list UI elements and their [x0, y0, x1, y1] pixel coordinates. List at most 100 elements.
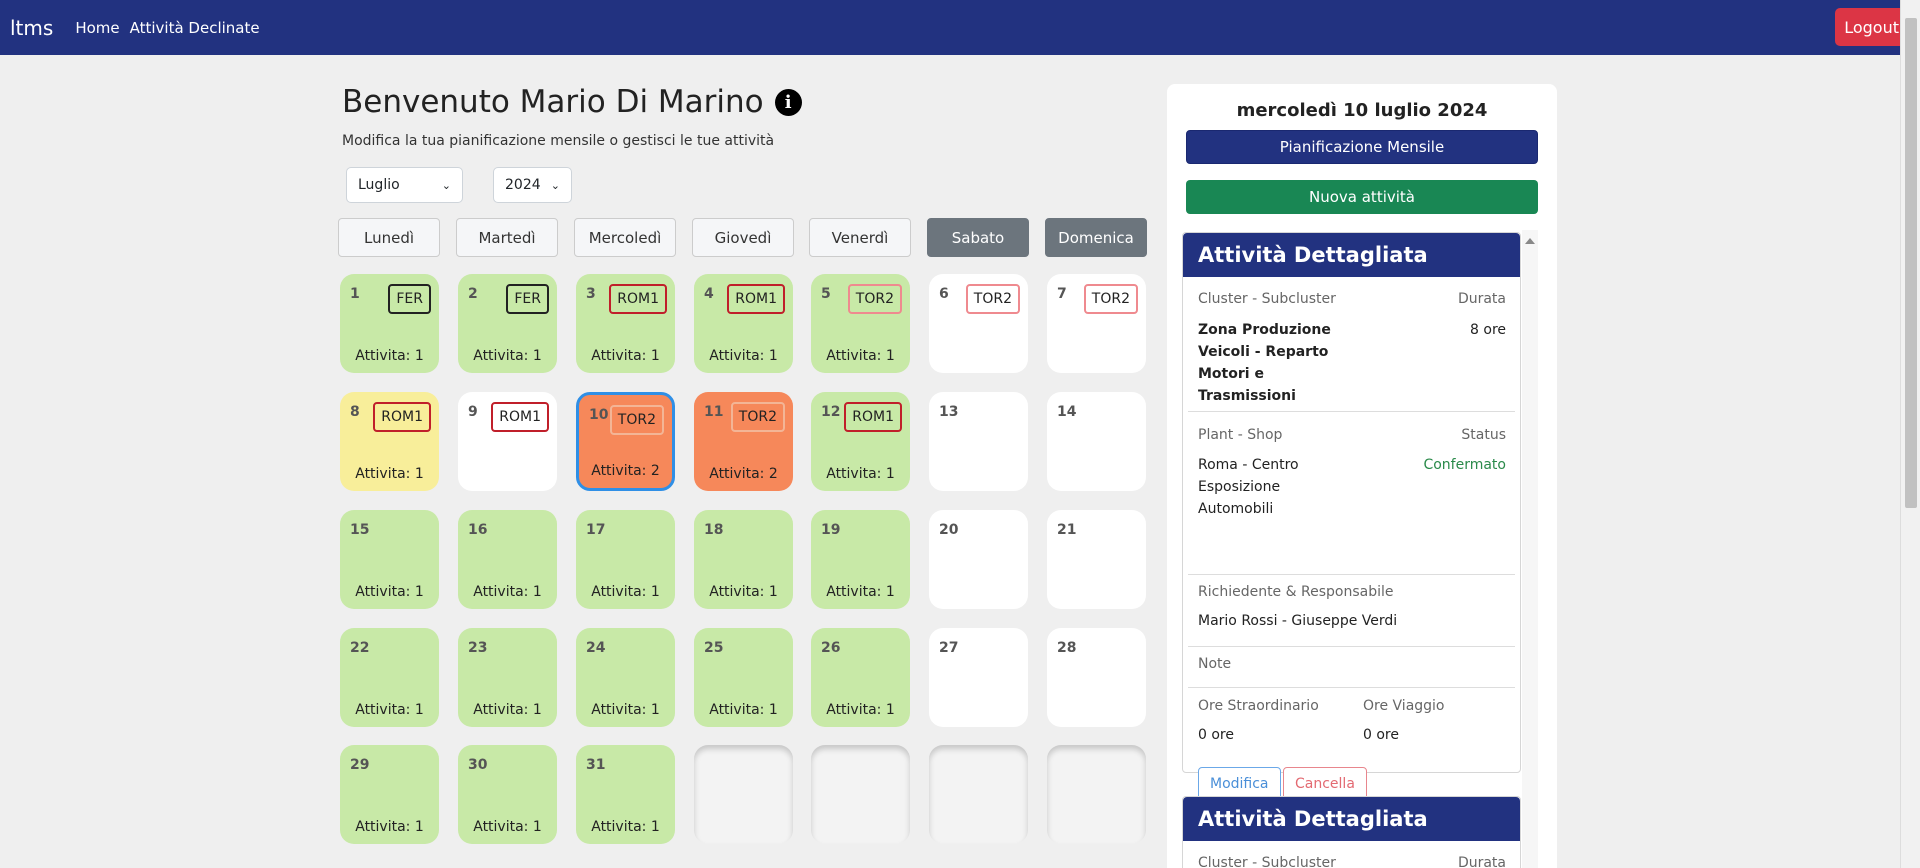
calendar-day-cell[interactable]: 18 Attivita: 1 — [694, 510, 793, 609]
detail-list-scrollbar[interactable] — [1522, 230, 1538, 868]
activity-count: Attivita: 1 — [591, 819, 660, 835]
calendar-day-cell[interactable]: 11 TOR2 Attivita: 2 — [694, 392, 793, 491]
activity-detail-card: Attività Dettagliata Cluster - Subcluste… — [1182, 796, 1521, 868]
page-scrollbar[interactable] — [1900, 0, 1920, 868]
calendar-day-cell[interactable]: 24 Attivita: 1 — [576, 628, 675, 727]
calendar-day-cell[interactable]: 29 Attivita: 1 — [340, 745, 439, 844]
calendar-day-cell[interactable]: 26 Attivita: 1 — [811, 628, 910, 727]
day-number: 12 — [821, 404, 841, 420]
calendar-day-cell[interactable]: 30 Attivita: 1 — [458, 745, 557, 844]
calendar-day-cell[interactable]: 3 ROM1 Attivita: 1 — [576, 274, 675, 373]
activity-count: Attivita: 2 — [709, 466, 778, 482]
activity-count: Attivita: 1 — [709, 348, 778, 364]
nav-link-home[interactable]: Home — [75, 19, 119, 37]
weekday-header[interactable]: Domenica — [1045, 218, 1147, 257]
status-label: Status — [1461, 427, 1506, 443]
calendar-day-cell[interactable]: 2 FER Attivita: 1 — [458, 274, 557, 373]
day-number: 29 — [350, 757, 370, 773]
month-select[interactable]: Luglio ⌄ — [346, 167, 463, 203]
calendar-empty-cell — [1047, 745, 1146, 844]
day-number: 3 — [586, 286, 596, 302]
plant-line: Roma - Centro — [1198, 457, 1299, 473]
activity-count: Attivita: 1 — [591, 702, 660, 718]
day-number: 5 — [821, 286, 831, 302]
day-number: 9 — [468, 404, 478, 420]
status-value: Confermato — [1423, 457, 1506, 473]
plant-line: Esposizione — [1198, 479, 1281, 495]
calendar-empty-cell — [811, 745, 910, 844]
weekday-header[interactable]: Giovedì — [692, 218, 794, 257]
calendar-day-cell[interactable]: 15 Attivita: 1 — [340, 510, 439, 609]
divider — [1188, 574, 1515, 575]
calendar-day-cell[interactable]: 9 ROM1 — [458, 392, 557, 491]
weekday-header[interactable]: Mercoledì — [574, 218, 676, 257]
calendar-day-cell[interactable]: 8 ROM1 Attivita: 1 — [340, 392, 439, 491]
scroll-up-arrow-icon[interactable] — [1525, 238, 1535, 244]
calendar-day-cell[interactable]: 23 Attivita: 1 — [458, 628, 557, 727]
calendar-day-cell[interactable]: 6 TOR2 — [929, 274, 1028, 373]
day-number: 14 — [1057, 404, 1077, 420]
calendar-day-cell[interactable]: 25 Attivita: 1 — [694, 628, 793, 727]
calendar-day-cell[interactable]: 5 TOR2 Attivita: 1 — [811, 274, 910, 373]
calendar-day-cell[interactable]: 16 Attivita: 1 — [458, 510, 557, 609]
day-number: 22 — [350, 640, 370, 656]
weekday-header[interactable]: Venerdì — [809, 218, 911, 257]
activity-count: Attivita: 1 — [355, 348, 424, 364]
duration-label: Durata — [1457, 855, 1506, 868]
activity-count: Attivita: 1 — [591, 584, 660, 600]
card-header: Attività Dettagliata — [1183, 233, 1520, 277]
monthly-planning-button[interactable]: Pianificazione Mensile — [1186, 130, 1538, 164]
new-activity-button[interactable]: Nuova attività — [1186, 180, 1538, 214]
calendar-day-cell[interactable]: 1 FER Attivita: 1 — [340, 274, 439, 373]
calendar-day-cell[interactable]: 4 ROM1 Attivita: 1 — [694, 274, 793, 373]
location-badge: TOR2 — [609, 405, 664, 435]
page-title: Benvenuto Mario Di Marino i — [342, 84, 802, 120]
info-icon[interactable]: i — [774, 88, 802, 116]
location-badge: TOR2 — [965, 284, 1020, 314]
scrollbar-thumb[interactable] — [1905, 18, 1917, 508]
weekday-header[interactable]: Lunedì — [338, 218, 440, 257]
day-number: 31 — [586, 757, 606, 773]
cluster-line: Trasmissioni — [1198, 388, 1296, 404]
cluster-line: Veicoli - Reparto — [1198, 344, 1329, 360]
day-number: 26 — [821, 640, 841, 656]
calendar-day-cell[interactable]: 12 ROM1 Attivita: 1 — [811, 392, 910, 491]
activity-count: Attivita: 1 — [473, 702, 542, 718]
calendar-day-cell[interactable]: 13 — [929, 392, 1028, 491]
selected-date: mercoledì 10 luglio 2024 — [1236, 100, 1488, 121]
location-badge: ROM1 — [727, 284, 785, 314]
divider — [1188, 687, 1515, 688]
calendar-day-cell[interactable]: 28 — [1047, 628, 1146, 727]
calendar-day-cell[interactable]: 17 Attivita: 1 — [576, 510, 675, 609]
weekday-header[interactable]: Martedì — [456, 218, 558, 257]
day-number: 17 — [586, 522, 606, 538]
brand-logo[interactable]: ltms — [10, 16, 53, 40]
calendar-day-cell[interactable]: 20 — [929, 510, 1028, 609]
activity-count: Attivita: 1 — [355, 466, 424, 482]
calendar-day-cell[interactable]: 27 — [929, 628, 1028, 727]
day-number: 20 — [939, 522, 959, 538]
calendar-day-cell[interactable]: 14 — [1047, 392, 1146, 491]
divider — [1188, 411, 1515, 412]
calendar-day-cell[interactable]: 21 — [1047, 510, 1146, 609]
activity-count: Attivita: 1 — [826, 584, 895, 600]
card-header: Attività Dettagliata — [1183, 797, 1520, 841]
location-badge: TOR2 — [730, 402, 785, 432]
calendar-day-cell[interactable]: 31 Attivita: 1 — [576, 745, 675, 844]
calendar-day-cell[interactable]: 22 Attivita: 1 — [340, 628, 439, 727]
location-badge: FER — [506, 284, 549, 314]
nav-link-declined-activities[interactable]: Attività Declinate — [130, 19, 260, 37]
welcome-text: Benvenuto Mario Di Marino — [342, 84, 764, 120]
weekday-header[interactable]: Sabato — [927, 218, 1029, 257]
location-badge: TOR2 — [847, 284, 902, 314]
calendar-day-cell[interactable]: 10 TOR2 Attivita: 2 — [576, 392, 675, 491]
calendar-day-cell[interactable]: 7 TOR2 — [1047, 274, 1146, 373]
activity-count: Attivita: 1 — [709, 584, 778, 600]
plant-label: Plant - Shop — [1198, 427, 1283, 443]
activity-count: Attivita: 1 — [591, 348, 660, 364]
page-subtitle: Modifica la tua pianificazione mensile o… — [342, 133, 775, 149]
calendar-day-cell[interactable]: 19 Attivita: 1 — [811, 510, 910, 609]
day-number: 7 — [1057, 286, 1067, 302]
logout-button[interactable]: Logout — [1835, 8, 1908, 46]
year-select[interactable]: 2024 ⌄ — [493, 167, 572, 203]
